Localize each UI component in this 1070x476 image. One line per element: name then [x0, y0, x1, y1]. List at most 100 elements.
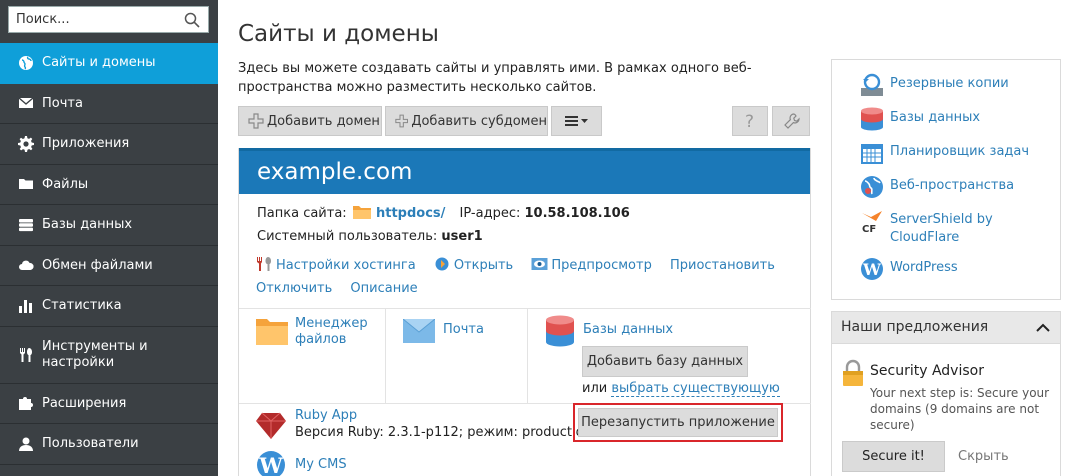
quick-link-servershield[interactable]: CF ServerShield by CloudFlare [860, 209, 1010, 247]
hosting-settings-link[interactable]: Настройки хостинга [276, 258, 416, 273]
quick-link-label: ServerShield by CloudFlare [890, 212, 993, 245]
description-link[interactable]: Описание [350, 281, 417, 296]
databases-link[interactable]: Базы данных [583, 322, 673, 338]
gear-icon [17, 135, 35, 153]
settings-button[interactable] [772, 106, 810, 136]
open-icon [435, 257, 449, 271]
domain-actions-row2: Отключить Описание [256, 281, 432, 296]
folder-label: Папка сайта: [257, 206, 347, 221]
sidebar-item-label: Инструменты и настройки [42, 338, 148, 370]
folder-icon [352, 206, 371, 219]
svg-text:W: W [862, 260, 882, 279]
page-description: Здесь вы можете создавать сайты и управл… [238, 61, 752, 95]
plus-icon [248, 113, 264, 129]
security-advisor-text: Your next step is: Secure your domains (… [870, 386, 1050, 432]
svg-text:CF: CF [862, 224, 876, 233]
sidebar-nav: Сайты и домены Почта Приложения Файлы Ба… [0, 43, 218, 465]
tools-icon [17, 346, 35, 364]
file-manager-icon [256, 319, 288, 345]
security-advisor-title: Security Advisor [870, 363, 984, 379]
my-cms-link[interactable]: My CMS [295, 457, 347, 473]
add-database-button[interactable]: Добавить базу данных [582, 346, 748, 377]
ruby-icon [256, 412, 286, 439]
bar-chart-icon [17, 297, 35, 315]
ruby-app-link[interactable]: Ruby App [295, 408, 357, 424]
quick-link-wordpress[interactable]: W WordPress [860, 257, 958, 281]
quick-link-label: Базы данных [890, 110, 981, 125]
offers-title: Наши предложения [841, 319, 989, 335]
quick-link-scheduler[interactable]: Планировщик задач [860, 141, 1029, 165]
database-icon [546, 315, 574, 347]
mail-link[interactable]: Почта [443, 322, 484, 338]
sidebar-item-statistics[interactable]: Статистика [0, 286, 218, 327]
search-icon[interactable] [184, 12, 200, 28]
add-subdomain-button[interactable]: Добавить субдомен [385, 106, 548, 136]
secure-it-button[interactable]: Secure it! [842, 441, 945, 472]
quick-link-backups[interactable]: Резервные копии [860, 73, 1009, 97]
offers-header[interactable]: Наши предложения [832, 312, 1060, 344]
sidebar-item-label: Почта [42, 95, 83, 111]
mail-icon [403, 319, 435, 343]
backup-icon [861, 73, 883, 96]
help-button[interactable]: ? [732, 106, 768, 136]
sidebar-item-label: Расширения [42, 395, 127, 411]
sidebar-item-label: Сайты и домены [42, 55, 156, 71]
folder-link[interactable]: httpdocs/ [376, 206, 445, 221]
wordpress-icon: W [257, 451, 285, 476]
quick-link-label: Планировщик задач [890, 144, 1030, 159]
quick-link-label: Веб-пространства [890, 178, 1015, 193]
domain-info-user: Системный пользователь: user1 [257, 229, 483, 244]
sidebar-item-databases[interactable]: Базы данных [0, 205, 218, 246]
database-icon [17, 216, 35, 234]
add-domain-button[interactable]: Добавить домен [238, 106, 382, 136]
restart-highlight: Перезапустить приложение [573, 403, 783, 442]
sidebar-item-websites[interactable]: Сайты и домены [0, 43, 218, 84]
search-input[interactable] [9, 7, 179, 32]
domain-tiles: Менеджер файлов Почта Базы данных Добави… [239, 308, 811, 404]
svg-text:W: W [258, 453, 283, 476]
cloudflare-icon: CF [862, 211, 882, 233]
quick-link-label: Резервные копии [890, 76, 1009, 91]
sidebar-item-label: Приложения [42, 136, 130, 152]
sidebar-item-files[interactable]: Файлы [0, 165, 218, 205]
puzzle-icon [17, 394, 35, 412]
more-menu-button[interactable] [551, 106, 602, 136]
globe-icon [17, 54, 35, 72]
page-title: Сайты и домены [238, 21, 439, 47]
user-icon [17, 435, 35, 453]
wordpress-icon: W [861, 258, 883, 280]
file-manager-link[interactable]: Менеджер файлов [295, 316, 375, 348]
domain-name[interactable]: example.com [239, 148, 810, 194]
plus-icon [395, 114, 408, 128]
disable-link[interactable]: Отключить [256, 281, 332, 296]
tile-divider [385, 309, 386, 404]
suspend-link[interactable]: Приостановить [670, 258, 775, 273]
offers-panel: Наши предложения Security Advisor Your n… [831, 311, 1061, 476]
domain-actions-row1: Настройки хостинга Открыть Предпросмотр … [256, 257, 789, 273]
open-link[interactable]: Открыть [454, 258, 513, 273]
preview-link[interactable]: Предпросмотр [551, 258, 651, 273]
sidebar-item-label: Файлы [42, 176, 89, 192]
sidebar-item-applications[interactable]: Приложения [0, 124, 218, 165]
or-label: или [582, 381, 608, 396]
sidebar-item-extensions[interactable]: Расширения [0, 384, 218, 424]
sidebar: Сайты и домены Почта Приложения Файлы Ба… [0, 0, 218, 476]
hide-link[interactable]: Скрыть [958, 449, 1009, 464]
add-domain-label: Добавить домен [267, 113, 380, 129]
sidebar-item-users[interactable]: Пользователи [0, 424, 218, 465]
sidebar-item-tools-settings[interactable]: Инструменты и настройки [0, 327, 218, 384]
quick-link-databases[interactable]: Базы данных [860, 107, 980, 131]
quick-link-webspaces[interactable]: Веб-пространства [860, 175, 1014, 199]
cloud-icon [17, 256, 35, 274]
sidebar-item-mail[interactable]: Почта [0, 84, 218, 124]
preview-icon [531, 258, 548, 270]
search-box [8, 6, 209, 33]
sidebar-item-file-sharing[interactable]: Обмен файлами [0, 246, 218, 286]
select-existing-link[interactable]: выбрать существующую [611, 381, 780, 397]
sidebar-item-label: Обмен файлами [42, 257, 153, 273]
restart-app-button[interactable]: Перезапустить приложение [578, 408, 778, 437]
ip-label: IP-адрес: [459, 206, 521, 221]
envelope-icon [17, 94, 35, 112]
wrench-icon [784, 113, 800, 129]
chevron-up-icon[interactable] [1036, 321, 1050, 335]
